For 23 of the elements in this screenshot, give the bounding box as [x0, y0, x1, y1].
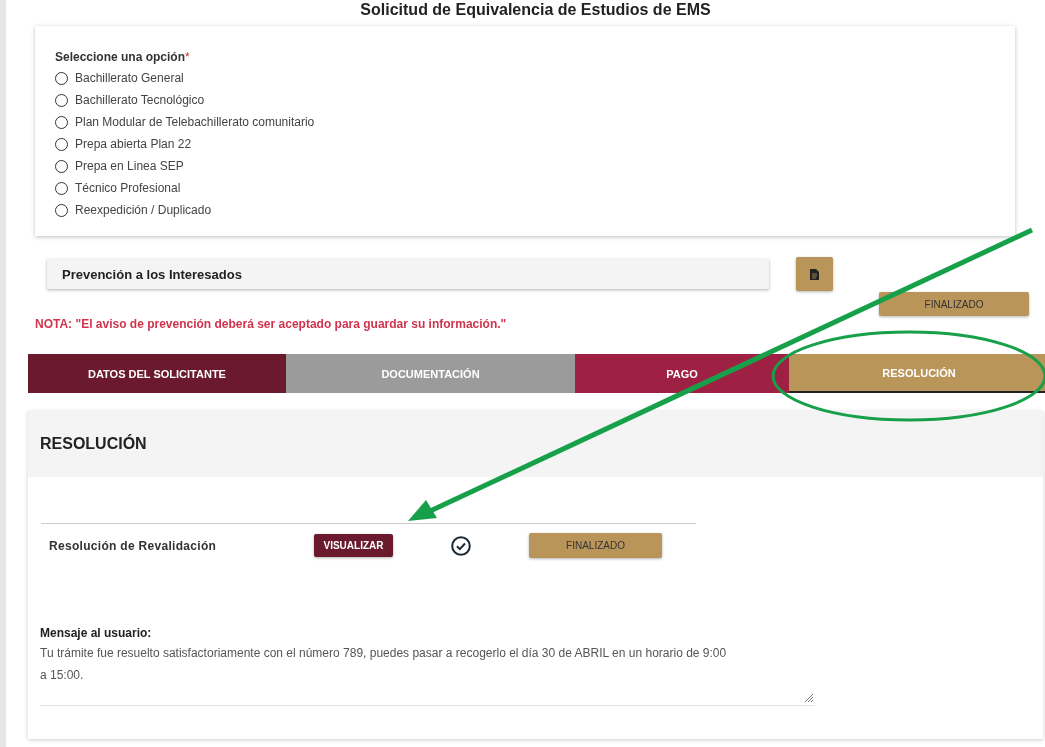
section-heading: RESOLUCIÓN	[28, 411, 1043, 477]
warning-note: NOTA: "El aviso de prevención deberá ser aceptado para guardar su información."	[35, 317, 508, 331]
tab[interactable]: PAGO	[575, 354, 789, 393]
resize-grip-icon[interactable]	[804, 693, 813, 702]
message-label: Mensaje al usuario:	[40, 626, 153, 640]
option-label[interactable]: Prepa abierta Plan 22	[75, 137, 192, 151]
page-title: Solicitud de Equivalencia de Estudios de EMS	[359, 0, 712, 20]
option-label[interactable]: Bachillerato General	[75, 71, 184, 85]
option-label[interactable]: Técnico Profesional	[75, 181, 181, 195]
prevention-panel[interactable]: Prevención a los Interesados	[47, 259, 769, 289]
tab[interactable]: DATOS DEL SOLICITANTE	[28, 354, 286, 393]
option-label[interactable]: Plan Modular de Telebachillerato comunitario	[75, 115, 315, 129]
options-label: Seleccione una opción*	[55, 50, 191, 64]
option-label[interactable]: Prepa en Linea SEP	[75, 159, 184, 173]
view-button[interactable]: VISUALIZAR	[314, 534, 393, 557]
status-button[interactable]: FINALIZADO	[879, 292, 1029, 316]
option-label[interactable]: Bachillerato Tecnológico	[75, 93, 205, 107]
document-button[interactable]	[796, 257, 833, 291]
status-button[interactable]: FINALIZADO	[529, 533, 662, 558]
document-icon	[810, 268, 819, 280]
option-label[interactable]: Reexpedición / Duplicado	[75, 203, 212, 217]
message-field[interactable]: Tu trámite fue resuelto satisfactoriamente con el número 789, puedes pasar a recogerlo el día 30 de ABRIL en un horario de 9:00 a 15:00.	[40, 642, 815, 706]
document-name: Resolución de Revalidación	[49, 538, 218, 553]
